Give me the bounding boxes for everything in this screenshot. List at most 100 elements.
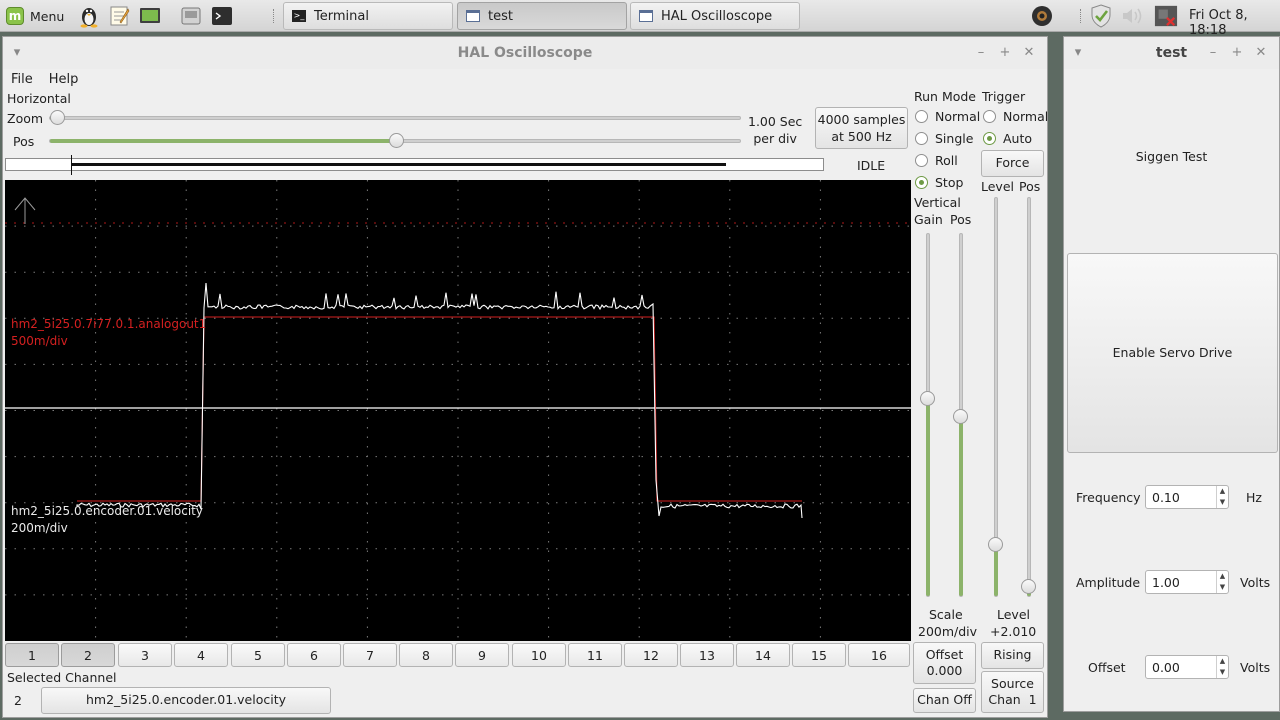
- channel-button-6[interactable]: 6: [287, 643, 341, 667]
- channel-button-10[interactable]: 10: [512, 643, 566, 667]
- channel-button-9[interactable]: 9: [455, 643, 509, 667]
- webcam-icon[interactable]: [1030, 4, 1054, 28]
- frequency-spinbox[interactable]: 0.10 ▲ ▼: [1145, 485, 1229, 509]
- window-icon: [639, 10, 653, 22]
- channel-button-15[interactable]: 15: [792, 643, 846, 667]
- pos-slider-handle[interactable]: [388, 133, 404, 148]
- gain-slider-handle[interactable]: [920, 391, 935, 407]
- run-mode-stop-radio[interactable]: Stop: [915, 175, 963, 190]
- radio-label: Auto: [1003, 131, 1033, 146]
- run-mode-single-radio[interactable]: Single: [915, 131, 973, 146]
- amplitude-spinbox[interactable]: 1.00 ▲ ▼: [1145, 570, 1229, 594]
- menu-file[interactable]: File: [3, 69, 41, 91]
- record-position-marker: [71, 155, 72, 175]
- enable-servo-drive-button[interactable]: Enable Servo Drive: [1067, 253, 1278, 453]
- level-slider-handle[interactable]: [988, 536, 1003, 552]
- trigger-heading: Trigger: [982, 89, 1026, 104]
- trace-scale: 200m/div: [11, 521, 68, 535]
- maximize-button[interactable]: +: [1229, 45, 1245, 61]
- trigger-level-slider[interactable]: [988, 197, 1003, 597]
- scale-value: 200m/div: [918, 624, 978, 639]
- maximize-button[interactable]: +: [997, 45, 1013, 61]
- channel-button-12[interactable]: 12: [624, 643, 678, 667]
- vertical-gain-label: Gain: [914, 212, 943, 227]
- offset-button[interactable]: Offset 0.000: [913, 642, 976, 684]
- minimize-button[interactable]: –: [973, 45, 989, 61]
- close-button[interactable]: ✕: [1253, 45, 1269, 61]
- trigger-level-readout-label: Level: [997, 607, 1030, 622]
- channel-button-5[interactable]: 5: [231, 643, 285, 667]
- minimize-button[interactable]: –: [1205, 45, 1221, 61]
- channel-button-3[interactable]: 3: [118, 643, 172, 667]
- trigger-source-button[interactable]: Source Chan 1: [981, 671, 1044, 713]
- trace-name: hm2_5i25.0.7i77.0.1.analogout1: [11, 317, 207, 331]
- frequency-value[interactable]: 0.10: [1146, 490, 1216, 505]
- menu-button[interactable]: m Menu: [4, 3, 68, 29]
- title-bar[interactable]: ▾ test – + ✕: [1064, 37, 1279, 69]
- close-button[interactable]: ✕: [1021, 45, 1037, 61]
- record-overview-bar[interactable]: [5, 155, 824, 175]
- zoom-slider[interactable]: [49, 110, 741, 125]
- offset-value[interactable]: 0.00: [1146, 660, 1216, 675]
- show-desktop-icon[interactable]: [178, 3, 204, 29]
- monitor-launcher-icon[interactable]: [137, 3, 163, 29]
- radio-indicator: [983, 132, 996, 145]
- menu-help[interactable]: Help: [41, 69, 87, 91]
- trigger-level-label: Level: [981, 179, 1014, 194]
- trigger-normal-radio[interactable]: Normal: [983, 109, 1048, 124]
- hal-oscilloscope-window: ▾ HAL Oscilloscope – + ✕ File Help Horiz…: [2, 36, 1048, 718]
- network-disconnected-icon[interactable]: [1154, 4, 1178, 28]
- amplitude-value[interactable]: 1.00: [1146, 575, 1216, 590]
- zoom-slider-handle[interactable]: [50, 110, 65, 125]
- terminal-launcher-icon[interactable]: [209, 3, 235, 29]
- selected-channel-name-button[interactable]: hm2_5i25.0.encoder.01.velocity: [41, 687, 331, 714]
- spin-arrows-icon[interactable]: ▲ ▼: [1216, 486, 1228, 508]
- vpos-slider-handle[interactable]: [953, 408, 968, 424]
- spin-arrows-icon[interactable]: ▲ ▼: [1216, 656, 1228, 678]
- offset-spinbox[interactable]: 0.00 ▲ ▼: [1145, 655, 1229, 679]
- samples-button[interactable]: 4000 samples at 500 Hz: [815, 107, 908, 149]
- chan-off-button[interactable]: Chan Off: [913, 688, 976, 713]
- task-hal-oscilloscope[interactable]: HAL Oscilloscope: [630, 2, 800, 30]
- text-editor-launcher-icon[interactable]: [106, 3, 132, 29]
- scope-display[interactable]: hm2_5i25.0.7i77.0.1.analogout1 500m/div …: [5, 180, 911, 641]
- trigger-auto-radio[interactable]: Auto: [983, 131, 1032, 146]
- channel-button-4[interactable]: 4: [174, 643, 228, 667]
- tpos-slider-handle[interactable]: [1021, 579, 1036, 595]
- task-terminal[interactable]: >_ Terminal: [283, 2, 453, 30]
- vertical-pos-slider[interactable]: [953, 233, 968, 597]
- scope-grid: [5, 180, 911, 641]
- radio-indicator: [915, 154, 928, 167]
- horizontal-pos-slider[interactable]: [49, 133, 741, 148]
- tux-launcher-icon[interactable]: [76, 3, 102, 29]
- task-test[interactable]: test: [457, 2, 627, 30]
- volume-icon[interactable]: [1121, 4, 1145, 28]
- trace-label-analogout1: hm2_5i25.0.7i77.0.1.analogout1 500m/div: [11, 316, 206, 350]
- mint-logo-icon: m: [6, 7, 24, 25]
- run-mode-normal-radio[interactable]: Normal: [915, 109, 980, 124]
- clock[interactable]: Fri Oct 8, 18:18: [1189, 8, 1280, 38]
- channel-button-8[interactable]: 8: [399, 643, 453, 667]
- offset-label: Offset: [1088, 660, 1126, 675]
- title-bar[interactable]: ▾ HAL Oscilloscope – + ✕: [3, 37, 1047, 69]
- channel-button-1[interactable]: 1: [5, 643, 59, 667]
- channel-button-2[interactable]: 2: [61, 643, 115, 667]
- zoom-label: Zoom: [7, 111, 44, 126]
- run-mode-roll-radio[interactable]: Roll: [915, 153, 958, 168]
- trigger-edge-button[interactable]: Rising: [981, 642, 1044, 669]
- spin-arrows-icon[interactable]: ▲ ▼: [1216, 571, 1228, 593]
- channel-button-14[interactable]: 14: [736, 643, 790, 667]
- menu-label: Menu: [30, 8, 65, 24]
- update-manager-shield-icon[interactable]: [1089, 4, 1113, 28]
- vertical-gain-slider[interactable]: [920, 233, 935, 597]
- timebase-readout: 1.00 Sec per div: [748, 114, 803, 146]
- channel-button-11[interactable]: 11: [568, 643, 622, 667]
- trigger-pos-slider[interactable]: [1021, 197, 1036, 597]
- channel-button-16[interactable]: 16: [848, 643, 910, 667]
- force-trigger-button[interactable]: Force: [981, 150, 1044, 177]
- record-window-indicator: [72, 163, 726, 166]
- radio-indicator: [915, 132, 928, 145]
- selected-channel-label: Selected Channel: [7, 670, 117, 685]
- channel-button-13[interactable]: 13: [680, 643, 734, 667]
- channel-button-7[interactable]: 7: [343, 643, 397, 667]
